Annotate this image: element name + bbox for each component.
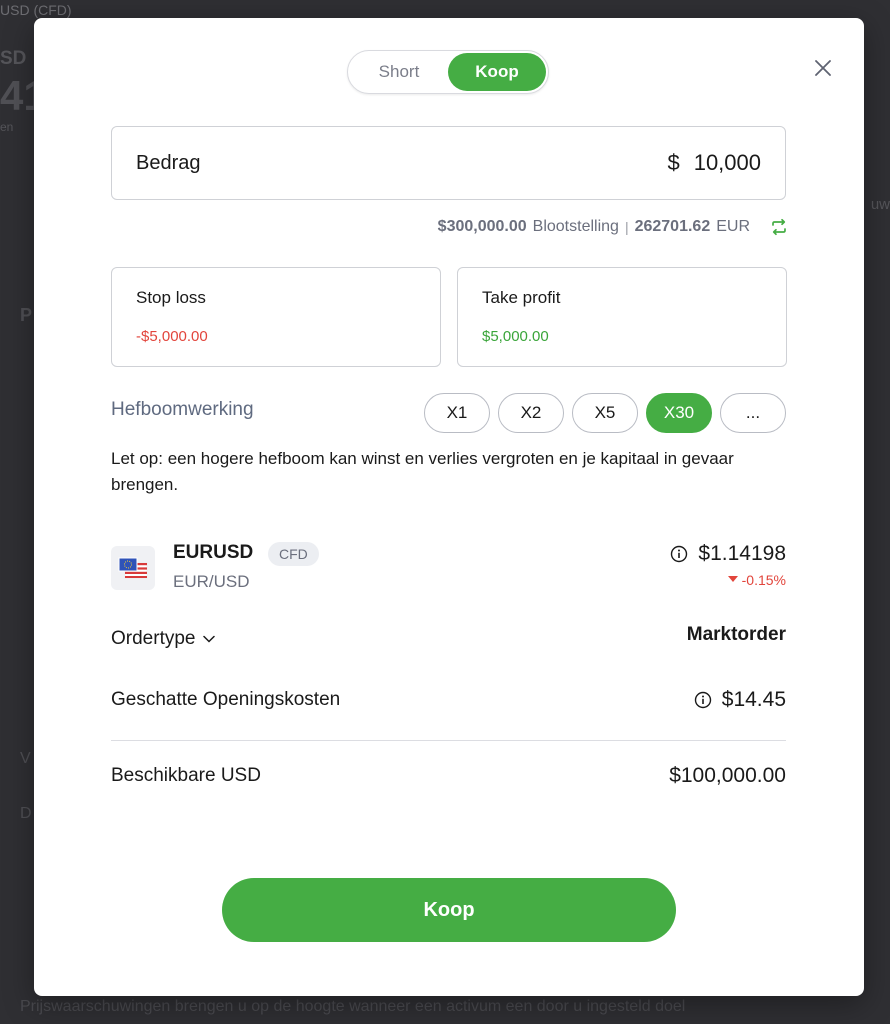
divider: [111, 740, 786, 741]
info-icon[interactable]: [670, 545, 688, 563]
instrument-symbol: EURUSD: [173, 542, 254, 563]
order-type-label: Ordertype: [111, 628, 196, 649]
take-profit-value: $5,000.00: [482, 328, 549, 345]
background-instrument-label: USD (CFD): [0, 2, 72, 18]
stop-loss-value: -$5,000.00: [136, 328, 208, 345]
side-toggle: Short Koop: [347, 50, 549, 94]
amount-label: Bedrag: [136, 151, 201, 174]
opening-costs-label: Geschatte Openingskosten: [111, 689, 341, 710]
toggle-short-option[interactable]: Short: [350, 53, 448, 91]
costs-info-icon[interactable]: [694, 691, 712, 709]
exposure-label: Blootstelling: [532, 218, 619, 235]
order-type-value: Marktorder: [686, 624, 786, 645]
leverage-x5-button[interactable]: X5: [572, 393, 638, 433]
leverage-options: X1 X2 X5 X30 ...: [424, 393, 786, 433]
background-sub-fragment: en: [0, 120, 14, 134]
leverage-more-button[interactable]: ...: [720, 393, 786, 433]
background-left-v-fragment: V: [20, 750, 31, 767]
exposure-separator: |: [624, 219, 629, 235]
instrument-info: EURUSD CFD EUR/USD $1.14198 -0.15%: [111, 542, 786, 602]
toggle-buy-option[interactable]: Koop: [448, 53, 546, 91]
buy-button[interactable]: Koop: [222, 878, 676, 942]
background-left-d-fragment: D: [20, 805, 32, 822]
exposure-converted-amount: 262701.62: [634, 218, 711, 235]
instrument-type-badge: CFD: [268, 542, 319, 566]
available-balance-value: $100,000.00: [669, 764, 786, 787]
exposure-info: $300,000.00 Blootstelling | 262701.62 EU…: [438, 218, 788, 236]
instrument-change-value: -0.15%: [741, 572, 786, 588]
background-price-alert-text: Prijswaarschuwingen brengen u op de hoog…: [20, 998, 686, 1015]
leverage-x2-button[interactable]: X2: [498, 393, 564, 433]
close-button[interactable]: [811, 56, 835, 80]
exposure-amount: $300,000.00: [437, 218, 527, 235]
chevron-down-icon: [203, 635, 216, 643]
instrument-price-row: $1.14198: [670, 542, 786, 566]
exposure-converted-currency: EUR: [716, 218, 750, 235]
available-balance-row: Beschikbare USD $100,000.00: [111, 764, 786, 788]
down-arrow-icon: [727, 576, 738, 582]
opening-costs-row: Geschatte Openingskosten $14.45: [111, 688, 786, 712]
leverage-label: Hefboomwerking: [111, 399, 254, 420]
instrument-change: -0.15%: [727, 572, 786, 588]
leverage-warning-text: Let op: een hogere hefboom kan winst en …: [111, 449, 734, 494]
instrument-flag-icon: [111, 546, 155, 590]
background-left-heading-fragment: P: [20, 305, 33, 325]
take-profit-label: Take profit: [482, 288, 561, 307]
instrument-pair: EUR/USD: [173, 572, 250, 591]
leverage-x30-button[interactable]: X30: [646, 393, 712, 433]
amount-value[interactable]: 10,000: [694, 150, 761, 176]
take-profit-box[interactable]: Take profit $5,000.00: [457, 267, 787, 367]
opening-costs-value: $14.45: [721, 688, 786, 711]
stop-loss-box[interactable]: Stop loss -$5,000.00: [111, 267, 441, 367]
currency-swap-icon[interactable]: [770, 218, 788, 236]
order-type-row: Ordertype Marktorder: [111, 624, 786, 650]
amount-input[interactable]: Bedrag $ 10,000: [111, 126, 786, 200]
order-type-dropdown[interactable]: Ordertype: [111, 628, 216, 650]
trade-modal: Short Koop Bedrag $ 10,000 $300,000.00 B…: [34, 18, 864, 996]
instrument-price: $1.14198: [698, 542, 786, 565]
amount-currency-symbol: $: [667, 150, 680, 175]
background-symbol-fragment: SD: [0, 48, 27, 69]
stop-loss-label: Stop loss: [136, 288, 206, 307]
close-icon: [815, 60, 831, 76]
leverage-x1-button[interactable]: X1: [424, 393, 490, 433]
available-balance-label: Beschikbare USD: [111, 765, 261, 786]
background-right-fragment: uw: [870, 196, 890, 213]
